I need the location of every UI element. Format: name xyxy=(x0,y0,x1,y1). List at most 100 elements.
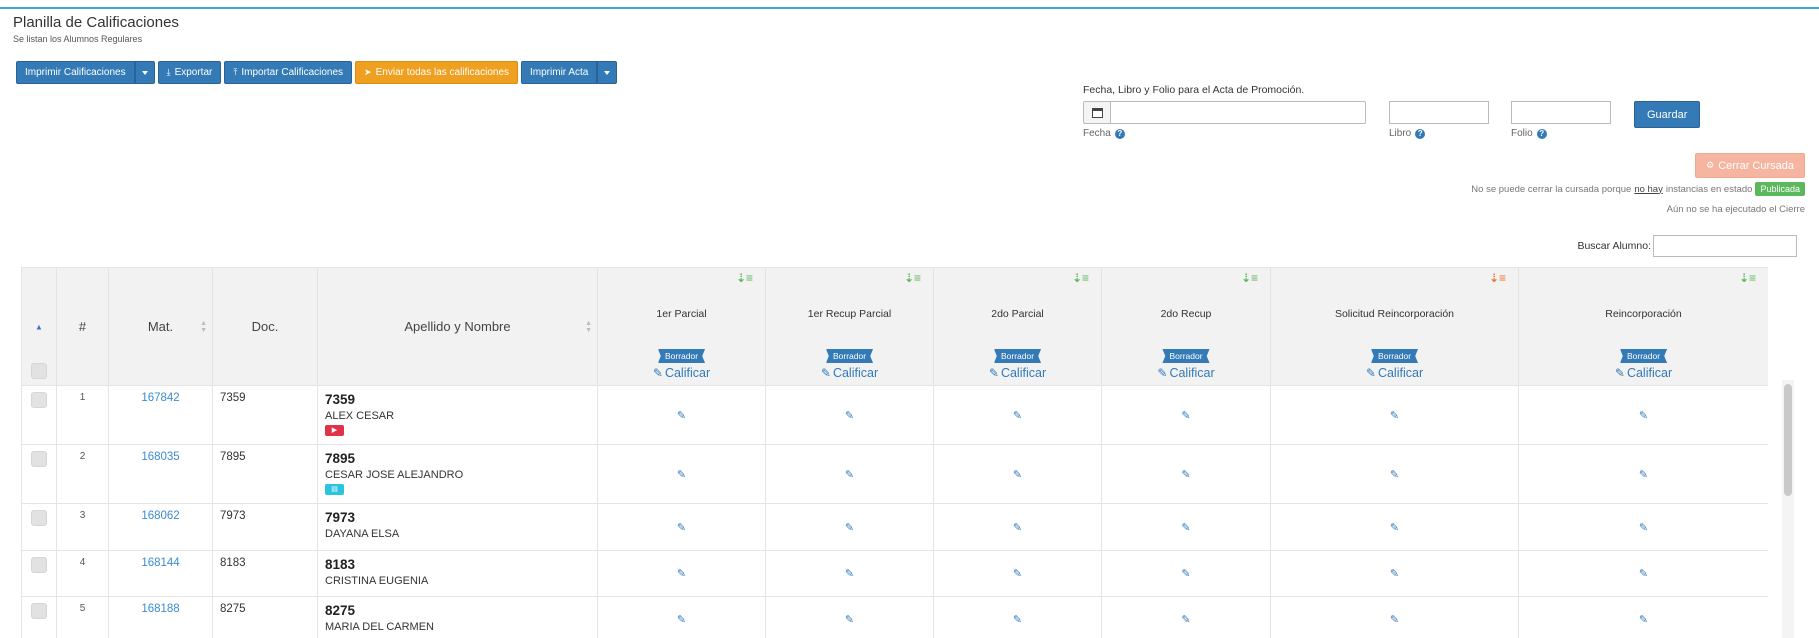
help-icon[interactable]: ? xyxy=(1536,128,1547,139)
help-icon[interactable]: ? xyxy=(1415,128,1426,139)
libro-label-group: Libro? xyxy=(1389,128,1426,139)
grade-edit-cell[interactable]: ✎ xyxy=(765,596,934,638)
scrollbar-thumb[interactable] xyxy=(1784,384,1792,496)
row-checkbox[interactable] xyxy=(31,510,47,526)
calificar-link[interactable]: ✎ Calificar xyxy=(1271,366,1518,380)
matricula-link[interactable]: 168188 xyxy=(141,603,179,615)
grade-edit-cell[interactable]: ✎ xyxy=(1518,550,1768,597)
fecha-input[interactable] xyxy=(1111,101,1366,124)
row-checkbox[interactable] xyxy=(31,603,47,619)
sort-amount-icon[interactable]: ⇣≡ xyxy=(1241,271,1258,285)
instance-title: 1er Parcial xyxy=(656,308,707,320)
enviar-todas-button[interactable]: ➤ Enviar todas las calificaciones xyxy=(355,61,519,84)
importar-label: Importar Calificaciones xyxy=(241,67,344,78)
matricula-link[interactable]: 167842 xyxy=(141,392,179,404)
grade-edit-cell[interactable]: ✎ xyxy=(1270,550,1519,597)
grade-edit-cell[interactable]: ✎ xyxy=(597,596,766,638)
calendar-button[interactable] xyxy=(1083,101,1111,124)
grade-edit-cell[interactable]: ✎ xyxy=(1270,503,1519,551)
grade-edit-cell[interactable]: ✎ xyxy=(1518,385,1768,445)
folio-input[interactable] xyxy=(1511,101,1611,124)
cierre-status: Aún no se ha ejecutado el Cierre xyxy=(1666,204,1805,215)
grade-edit-cell[interactable]: ✎ xyxy=(1101,550,1271,597)
imprimir-acta-dropdown[interactable] xyxy=(597,61,618,84)
grade-edit-cell[interactable]: ✎ xyxy=(1518,444,1768,504)
matricula-link[interactable]: 168062 xyxy=(141,510,179,522)
calificar-label: Calificar xyxy=(832,366,879,380)
grade-edit-cell[interactable]: ✎ xyxy=(765,550,934,597)
grade-edit-cell[interactable]: ✎ xyxy=(597,503,766,551)
grade-edit-cell[interactable]: ✎ xyxy=(765,503,934,551)
instance-header-content: ⇣≡ 2do Parcial Borrador ✎ Calificar xyxy=(934,268,1101,385)
row-mat-cell: 167842 xyxy=(108,385,213,445)
grade-edit-cell[interactable]: ✎ xyxy=(1101,503,1271,551)
row-doc: 7973 xyxy=(212,503,318,551)
grade-edit-cell[interactable]: ✎ xyxy=(1270,385,1519,445)
imprimir-calificaciones-dropdown[interactable] xyxy=(134,61,155,84)
select-column-header[interactable]: ▲ xyxy=(21,267,57,386)
row-select-cell xyxy=(21,444,57,504)
calificar-link[interactable]: ✎ Calificar xyxy=(598,366,765,380)
nombre-column-header[interactable]: Apellido y Nombre ▲ ▼ xyxy=(317,267,598,386)
row-checkbox[interactable] xyxy=(31,557,47,573)
sort-amount-icon[interactable]: ⇣≡ xyxy=(1072,271,1089,285)
num-column-header: # xyxy=(56,267,109,386)
calificar-link[interactable]: ✎ Calificar xyxy=(1519,366,1768,380)
matricula-link[interactable]: 168144 xyxy=(141,557,179,569)
sort-amount-icon[interactable]: ⇣≡ xyxy=(736,271,753,285)
download-icon: ⤓ xyxy=(166,67,171,77)
imprimir-acta-group: Imprimir Acta xyxy=(521,61,618,84)
row-checkbox[interactable] xyxy=(31,451,47,467)
grade-edit-cell[interactable]: ✎ xyxy=(1518,596,1768,638)
calificar-link[interactable]: ✎ Calificar xyxy=(1102,366,1270,380)
exportar-label: Exportar xyxy=(174,67,213,78)
table-row: 2 168035 7895 7895 CESAR JOSE ALEJANDRO ▤ ✎ ✎ ✎ ✎… xyxy=(21,444,1768,504)
grade-edit-cell[interactable]: ✎ xyxy=(765,385,934,445)
row-mat-cell: 168188 xyxy=(108,596,213,638)
instance-column-header: ⇣≡ 2do Parcial Borrador ✎ Calificar xyxy=(933,267,1102,386)
fecha-group xyxy=(1083,101,1366,124)
calificar-label: Calificar xyxy=(1169,366,1215,380)
edit-icon: ✎ xyxy=(676,568,687,580)
grade-edit-cell[interactable]: ✎ xyxy=(933,550,1102,597)
imprimir-acta-button[interactable]: Imprimir Acta xyxy=(521,61,598,84)
grade-edit-cell[interactable]: ✎ xyxy=(1101,444,1271,504)
search-label: Buscar Alumno: xyxy=(1577,240,1651,252)
grade-edit-cell[interactable]: ✎ xyxy=(597,550,766,597)
libro-input[interactable] xyxy=(1389,101,1489,124)
grade-edit-cell[interactable]: ✎ xyxy=(1270,596,1519,638)
grade-edit-cell[interactable]: ✎ xyxy=(597,444,766,504)
help-icon[interactable]: ? xyxy=(1114,128,1125,139)
matricula-link[interactable]: 168035 xyxy=(141,451,179,463)
grades-table: ▲ # Mat. ▲ ▼ Doc. Apellido y Nombre ▲ ▼ ⇣≡ 1e… xyxy=(21,267,1768,638)
grade-edit-cell[interactable]: ✎ xyxy=(933,503,1102,551)
page-title: Planilla de Calificaciones xyxy=(13,14,179,31)
imprimir-calificaciones-button[interactable]: Imprimir Calificaciones xyxy=(16,61,135,84)
mat-column-header[interactable]: Mat. ▲ ▼ xyxy=(108,267,213,386)
select-all-checkbox[interactable] xyxy=(31,363,47,379)
notice-link[interactable]: no hay xyxy=(1634,184,1663,195)
grade-edit-cell[interactable]: ✎ xyxy=(933,385,1102,445)
row-checkbox[interactable] xyxy=(31,392,47,408)
grade-edit-cell[interactable]: ✎ xyxy=(933,596,1102,638)
grade-edit-cell[interactable]: ✎ xyxy=(1518,503,1768,551)
guardar-button[interactable]: Guardar xyxy=(1634,101,1701,128)
importar-button[interactable]: ⤒ Importar Calificaciones xyxy=(224,61,353,84)
edit-icon: ✎ xyxy=(844,521,855,534)
cerrar-cursada-button[interactable]: ⚙ Cerrar Cursada xyxy=(1695,153,1805,178)
grade-edit-cell[interactable]: ✎ xyxy=(765,444,934,504)
sort-amount-icon[interactable]: ⇣≡ xyxy=(1739,271,1756,285)
sort-amount-icon[interactable]: ⇣≡ xyxy=(904,271,921,285)
grade-edit-cell[interactable]: ✎ xyxy=(1101,385,1271,445)
edit-icon: ✎ xyxy=(676,468,687,481)
exportar-button[interactable]: ⤓ Exportar xyxy=(157,61,222,84)
grade-edit-cell[interactable]: ✎ xyxy=(1101,596,1271,638)
toolbar: Imprimir Calificaciones ⤓ Exportar ⤒ Impor… xyxy=(16,61,618,84)
sort-amount-icon[interactable]: ⇣≡ xyxy=(1489,271,1506,285)
calificar-link[interactable]: ✎ Calificar xyxy=(766,366,933,380)
calificar-link[interactable]: ✎ Calificar xyxy=(934,366,1101,380)
grade-edit-cell[interactable]: ✎ xyxy=(597,385,766,445)
grade-edit-cell[interactable]: ✎ xyxy=(1270,444,1519,504)
grade-edit-cell[interactable]: ✎ xyxy=(933,444,1102,504)
search-input[interactable] xyxy=(1653,235,1797,257)
